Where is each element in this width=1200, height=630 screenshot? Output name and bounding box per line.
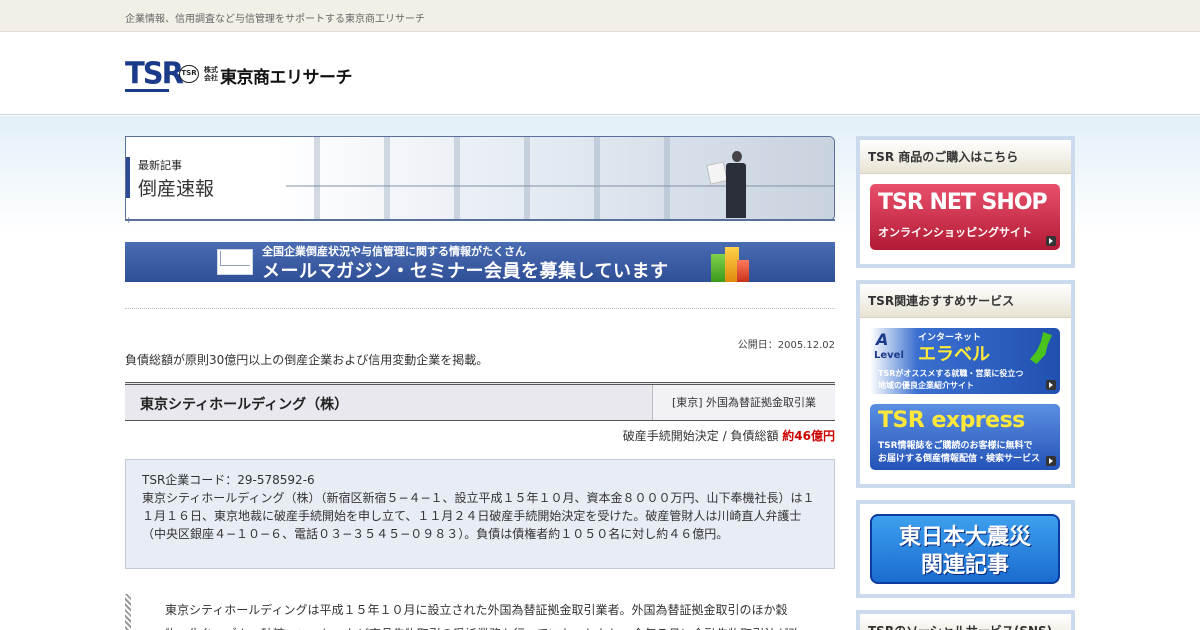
eravel-banner[interactable]: A Level インターネット エラベル TSRがオススメする就職・営業に役立つ… <box>870 328 1060 394</box>
earthquake-box: 東日本大震災 関連記事 <box>856 500 1075 598</box>
express-title: TSR express <box>878 408 1025 433</box>
site-tagline: 企業情報、信用調査など与信管理をサポートする東京商工リサーチ <box>125 14 425 25</box>
mail-banner-line2: メールマガジン・セミナー会員を募集しています <box>262 261 669 282</box>
article-detail: 東京シティホールディングは平成１５年１０月に設立された外国為替証拠金取引業者。外… <box>125 594 835 630</box>
businessman-figure <box>726 151 748 219</box>
purchase-heading: TSR 商品のご購入はこちら <box>860 140 1071 174</box>
section-banner: 最新記事 倒産速報 <box>125 136 835 221</box>
top-bar: 企業情報、信用調査など与信管理をサポートする東京商工リサーチ <box>0 0 1200 32</box>
newspaper-icon <box>706 161 728 185</box>
arrow-right-icon <box>1046 380 1056 390</box>
sns-heading: TSRのソーシャルサービス(SNS) <box>860 614 1071 630</box>
publish-date: 公開日：2005.12.02 <box>737 340 835 351</box>
arrow-right-icon <box>1046 236 1056 246</box>
express-banner[interactable]: TSR express TSR情報誌をご購読のお客様に無料で お届けする倒産情報配… <box>870 404 1060 470</box>
arrow-right-icon <box>1046 456 1056 466</box>
detail-text: 東京シティホールディングは平成１５年１０月に設立された外国為替証拠金取引業者。外… <box>165 603 800 630</box>
banner-small-label: 最新記事 <box>138 159 182 172</box>
summary-body: 東京シティホールディング（株）（新宿区新宿５−４−１、設立平成１５年１０月、資本… <box>142 491 815 541</box>
tsr-company-code: TSR企業コード：29-578592-6 <box>142 473 315 487</box>
envelope-icon <box>217 249 253 275</box>
tsr-emblem-icon: TSR <box>179 65 199 83</box>
industry-category: [東京] 外国為替証拠金取引業 <box>652 385 835 420</box>
company-name-logo[interactable]: 東京商エリサーチ <box>220 63 353 88</box>
divider <box>125 308 835 309</box>
netshop-banner[interactable]: TSR NET SHOP オンラインショッピングサイト <box>870 184 1060 250</box>
debt-amount: 約46億円 <box>782 429 835 443</box>
netshop-subtitle: オンラインショッピングサイト <box>878 226 1032 239</box>
eravel-title: エラベル <box>918 344 990 365</box>
japan-map-icon <box>1030 332 1052 364</box>
a-level-logo: A <box>876 330 889 349</box>
site-header: TSR TSR 株式会社 東京商エリサーチ <box>0 32 1200 115</box>
company-type-label: 株式会社 <box>204 66 218 82</box>
services-heading: TSR関連おすすめサービス <box>860 284 1071 318</box>
services-box: TSR関連おすすめサービス A Level インターネット エラベル TSRがオ… <box>856 280 1075 488</box>
sns-box: TSRのソーシャルサービス(SNS) <box>856 610 1075 630</box>
netshop-title: TSR NET SHOP <box>878 190 1048 215</box>
status-text: 破産手続開始決定 / 負債総額 <box>622 429 783 443</box>
earthquake-articles-banner[interactable]: 東日本大震災 関連記事 <box>870 514 1060 584</box>
tsr-logo[interactable]: TSR <box>125 57 184 92</box>
summary-box: TSR企業コード：29-578592-6 東京シティホールディング（株）（新宿区… <box>125 459 835 569</box>
intro-text: 負債総額が原則30億円以上の倒産企業および信用変動企業を掲載。 <box>125 353 489 367</box>
article-title-bar: 東京シティホールディング（株） [東京] 外国為替証拠金取引業 <box>125 382 835 421</box>
bankruptcy-status: 破産手続開始決定 / 負債総額 約46億円 <box>623 427 835 444</box>
banner-photo <box>274 137 834 220</box>
company-title: 東京シティホールディング（株） <box>140 397 349 413</box>
page-title: 倒産速報 <box>138 178 215 200</box>
purchase-box: TSR 商品のご購入はこちら TSR NET SHOP オンラインショッピングサ… <box>856 136 1075 268</box>
mail-magazine-banner[interactable]: 全国企業倒産状況や与信管理に関する情報がたくさん メールマガジン・セミナー会員を… <box>125 242 835 282</box>
